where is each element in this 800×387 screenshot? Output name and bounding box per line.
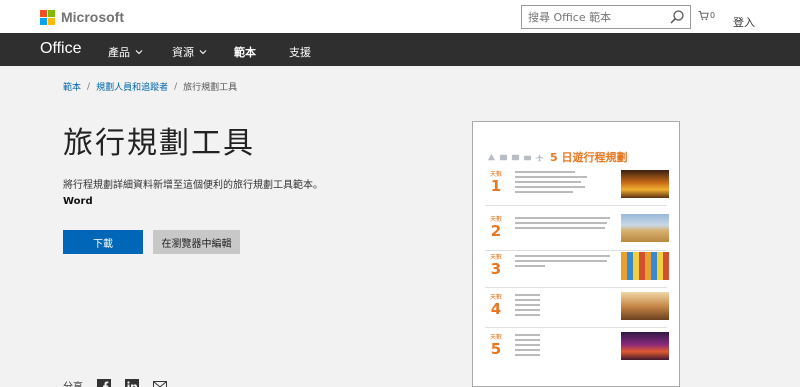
- car-icon: [523, 155, 532, 160]
- airplane-icon: [535, 152, 544, 162]
- edit-in-browser-button[interactable]: 在瀏覽器中編輯: [153, 230, 240, 254]
- search-input[interactable]: [522, 6, 662, 29]
- template-description: 將行程規劃詳細資料新增至這個便利的旅行規劃工具範本。: [63, 180, 323, 191]
- facebook-icon[interactable]: [97, 378, 111, 387]
- preview-header: 5 日遊行程規劃: [487, 149, 627, 165]
- brand-name: Microsoft: [61, 9, 124, 25]
- preview-text-lines: [515, 171, 615, 196]
- app-name: Word: [63, 196, 93, 207]
- nav-item-label: 資源: [172, 46, 194, 59]
- divider: [485, 327, 667, 328]
- nav-item-label: 範本: [234, 46, 256, 59]
- preview-day: 天數 1: [489, 171, 502, 195]
- nav-item-support[interactable]: 支援: [289, 44, 311, 60]
- preview-day: 天數 3: [489, 254, 502, 278]
- divider: [485, 205, 667, 206]
- microsoft-logo-icon: [40, 9, 55, 25]
- bus-icon: [511, 154, 520, 160]
- divider: [485, 250, 667, 251]
- download-button[interactable]: 下載: [63, 230, 143, 254]
- top-bar: Microsoft 0 登入: [0, 0, 800, 33]
- breadcrumb-current: 旅行規劃工具: [183, 83, 238, 93]
- page-title: 旅行規劃工具: [63, 126, 255, 161]
- template-preview[interactable]: 5 日遊行程規劃 天數 1 天數 2 天數 3 天數 4 天數 5: [472, 121, 680, 387]
- breadcrumb-link-planners[interactable]: 規劃人員和追蹤者: [96, 80, 168, 93]
- preview-title: 5 日遊行程規劃: [550, 151, 628, 164]
- preview-text-lines: [515, 255, 615, 270]
- train-icon: [499, 154, 508, 160]
- breadcrumb-link-templates[interactable]: 範本: [63, 80, 81, 93]
- share-bar: 分享: [63, 378, 167, 387]
- preview-photo: [621, 214, 669, 242]
- chevron-down-icon: [199, 50, 207, 55]
- nav-item-products[interactable]: 產品: [108, 44, 143, 60]
- email-icon[interactable]: [153, 379, 167, 387]
- preview-day: 天數 4: [489, 294, 502, 318]
- nav-item-resources[interactable]: 資源: [172, 44, 207, 60]
- preview-text-lines: [515, 217, 615, 232]
- share-label: 分享: [63, 378, 83, 387]
- nav-item-templates[interactable]: 範本: [234, 44, 256, 60]
- office-brand-link[interactable]: Office: [40, 40, 82, 58]
- cart-button[interactable]: 0: [698, 10, 715, 21]
- search-icon[interactable]: [669, 9, 685, 25]
- preview-text-lines: [515, 294, 615, 319]
- nav-item-label: 支援: [289, 46, 311, 59]
- preview-day: 天數 5: [489, 334, 502, 358]
- nav-item-label: 產品: [108, 46, 130, 59]
- cart-icon: [698, 10, 709, 20]
- preview-photo: [621, 252, 669, 280]
- microsoft-logo[interactable]: Microsoft: [40, 9, 124, 25]
- breadcrumb: 範本 / 規劃人員和追蹤者 / 旅行規劃工具: [63, 80, 238, 94]
- divider: [485, 287, 667, 288]
- signin-link[interactable]: 登入: [733, 14, 755, 30]
- main-nav: Office 產品 資源 範本 支援: [0, 33, 800, 66]
- breadcrumb-separator: /: [174, 81, 178, 92]
- cart-count: 0: [710, 11, 716, 20]
- linkedin-icon[interactable]: [125, 378, 139, 387]
- preview-photo: [621, 332, 669, 360]
- search-box: [521, 5, 691, 29]
- breadcrumb-separator: /: [87, 81, 91, 92]
- preview-photo: [621, 292, 669, 320]
- plane-icon: [487, 153, 496, 160]
- preview-photo: [621, 170, 669, 198]
- preview-text-lines: [515, 334, 615, 359]
- chevron-down-icon: [135, 50, 143, 55]
- preview-day: 天數 2: [489, 216, 502, 240]
